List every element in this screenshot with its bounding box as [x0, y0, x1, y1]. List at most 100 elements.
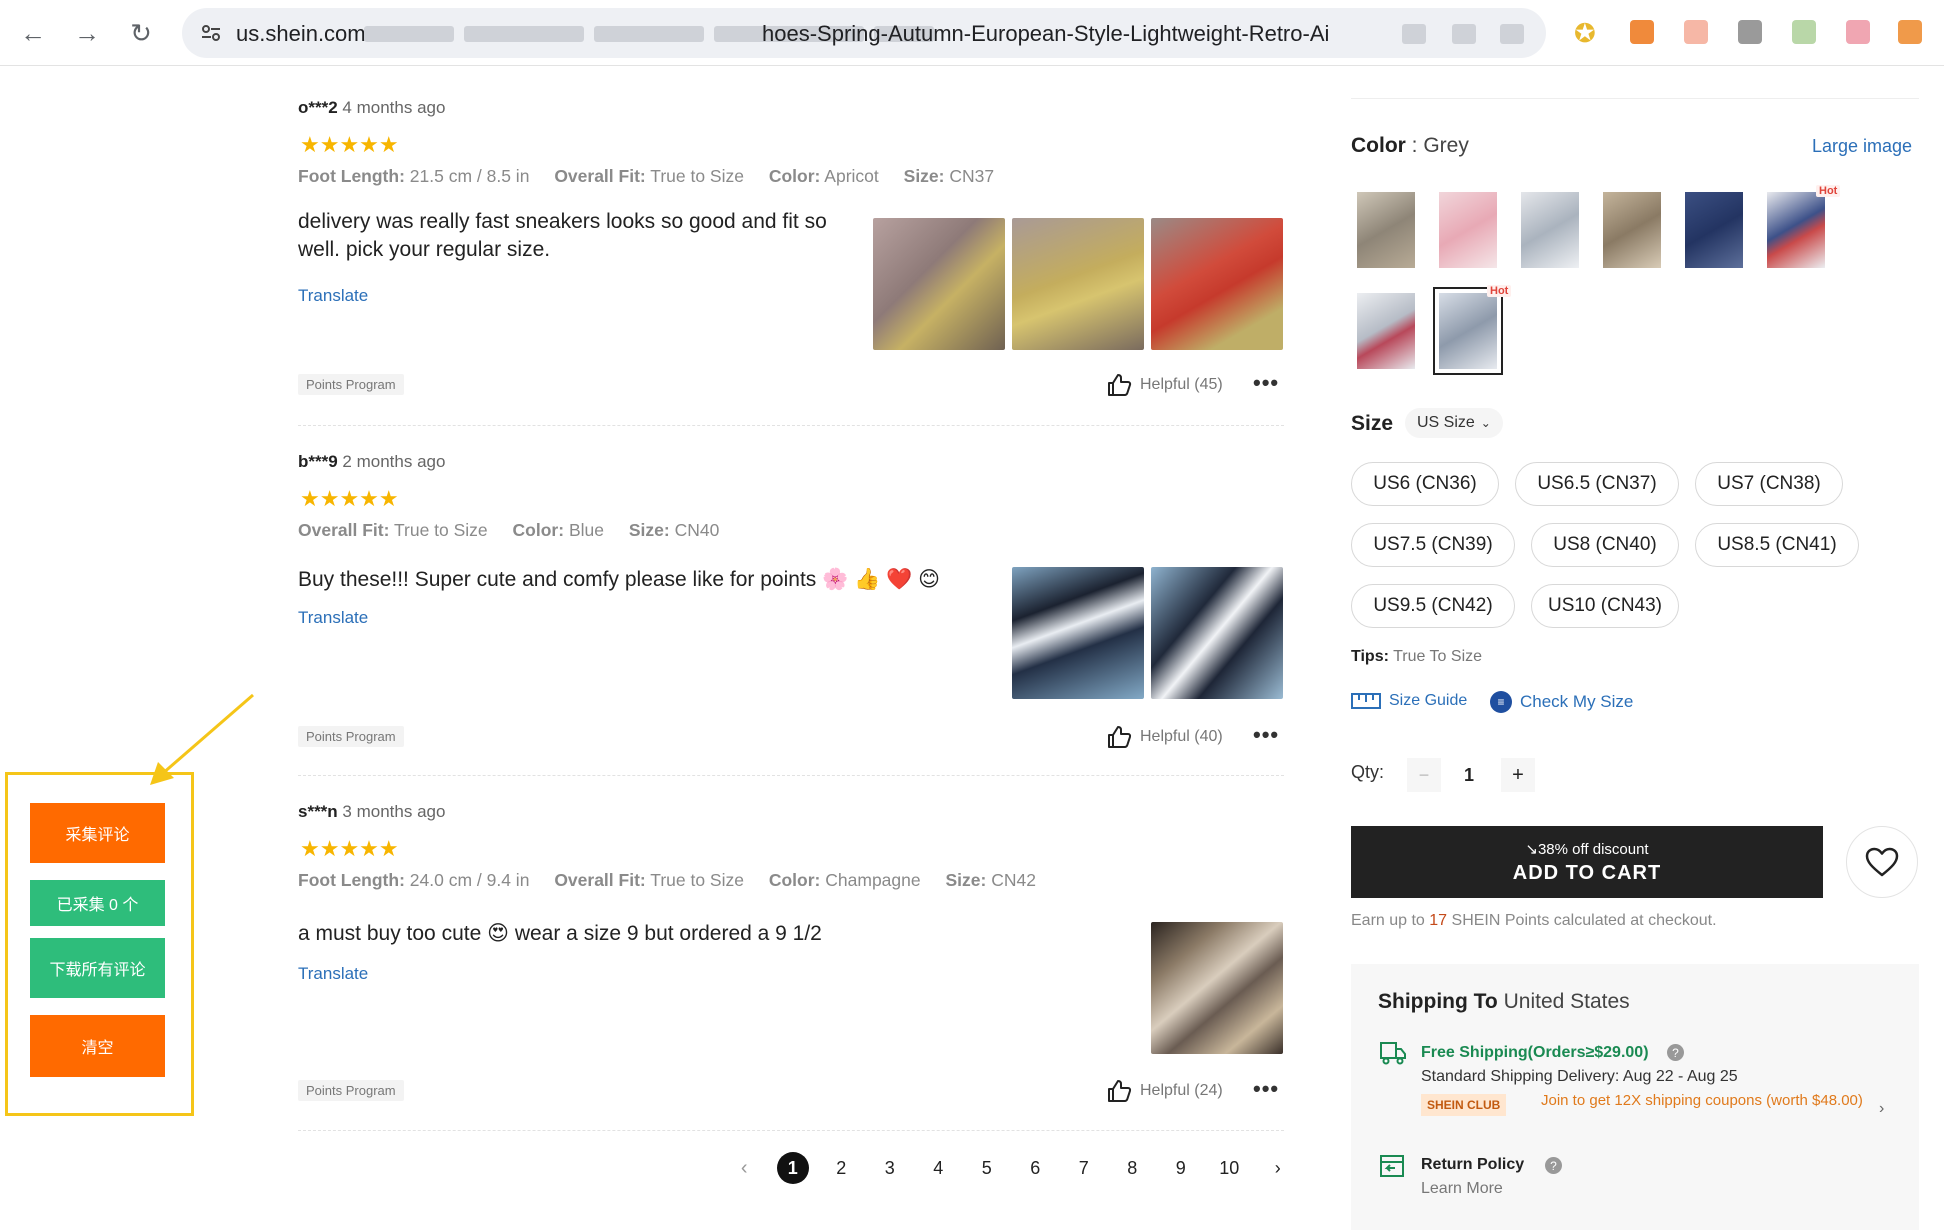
page-4[interactable]: 4: [914, 1151, 963, 1185]
review-meta: Foot Length: 24.0 cm / 9.4 in Overall Fi…: [298, 870, 1036, 890]
review-header: o***2 4 months ago: [298, 98, 445, 118]
qty-increase-button[interactable]: +: [1501, 758, 1535, 792]
color-swatch[interactable]: [1357, 192, 1415, 268]
review-divider: [298, 425, 1284, 426]
ruler-icon: [1351, 693, 1381, 709]
qty-label: Qty:: [1351, 762, 1385, 782]
return-policy-title: Return Policy: [1421, 1156, 1525, 1173]
review-item: s***n 3 months ago ★★★★★ Foot Length: 24…: [298, 802, 1284, 1112]
extension-icon[interactable]: [1846, 20, 1870, 44]
extension-icon[interactable]: [1630, 20, 1654, 44]
more-options-icon[interactable]: •••: [1253, 1076, 1279, 1102]
review-photo[interactable]: [873, 218, 1005, 350]
rating-stars-icon: ★★★★★: [300, 836, 399, 861]
helpful-button[interactable]: Helpful (45): [1106, 372, 1223, 398]
page-9[interactable]: 9: [1157, 1151, 1206, 1185]
translate-link[interactable]: Translate: [298, 608, 368, 628]
color-swatch[interactable]: [1685, 192, 1743, 268]
more-options-icon[interactable]: •••: [1253, 722, 1279, 748]
review-photo[interactable]: [1151, 567, 1283, 699]
blurred-url: [364, 26, 454, 42]
reviewer-name: o***2: [298, 98, 338, 117]
collected-count-button[interactable]: 已采集 0 个: [30, 880, 165, 926]
qty-decrease-button[interactable]: −: [1407, 758, 1441, 792]
prev-page-icon[interactable]: ‹: [720, 1151, 769, 1185]
more-options-icon[interactable]: •••: [1253, 370, 1279, 396]
return-policy-icon: [1380, 1155, 1404, 1177]
size-option[interactable]: US7.5 (CN39): [1351, 523, 1515, 567]
learn-more-link[interactable]: Learn More: [1421, 1180, 1503, 1198]
page-8[interactable]: 8: [1108, 1151, 1157, 1185]
review-photo[interactable]: [1151, 922, 1283, 1054]
extension-icon[interactable]: [1738, 20, 1762, 44]
color-swatch[interactable]: [1521, 192, 1579, 268]
reload-icon[interactable]: ↻: [122, 14, 160, 52]
shipping-title: Shipping To United States: [1378, 990, 1630, 1013]
hot-badge: Hot: [1487, 285, 1512, 297]
color-swatch[interactable]: [1603, 192, 1661, 268]
address-bar[interactable]: us.shein.com hoes-Spring-Autumn-European…: [182, 8, 1546, 58]
extension-icon[interactable]: [1792, 20, 1816, 44]
size-option[interactable]: US8 (CN40): [1531, 523, 1679, 567]
forward-icon[interactable]: →: [68, 14, 106, 52]
next-page-icon[interactable]: ›: [1254, 1151, 1303, 1185]
review-photo[interactable]: [1012, 567, 1144, 699]
blurred-url: [1402, 24, 1426, 44]
clear-button[interactable]: 清空: [30, 1015, 165, 1077]
translate-link[interactable]: Translate: [298, 964, 368, 984]
thumbs-up-icon: [1108, 1080, 1132, 1102]
add-to-cart-button[interactable]: ↘38% off discount ADD TO CART: [1351, 826, 1823, 898]
download-reviews-button[interactable]: 下载所有评论: [30, 938, 165, 998]
reviewer-name: s***n: [298, 802, 338, 821]
review-text: a must buy too cute 😍 wear a size 9 but …: [298, 922, 822, 945]
wishlist-button[interactable]: [1846, 826, 1918, 898]
help-icon[interactable]: ?: [1545, 1157, 1562, 1174]
translate-link[interactable]: Translate: [298, 286, 368, 306]
size-option[interactable]: US9.5 (CN42): [1351, 584, 1515, 628]
size-option[interactable]: US6.5 (CN37): [1515, 462, 1679, 506]
size-option[interactable]: US6 (CN36): [1351, 462, 1499, 506]
size-system-dropdown[interactable]: US Size ⌄: [1405, 408, 1503, 438]
color-swatch[interactable]: [1767, 192, 1825, 268]
page-2[interactable]: 2: [817, 1151, 866, 1185]
large-image-link[interactable]: Large image: [1812, 136, 1912, 157]
color-label: Color: [1351, 134, 1406, 157]
size-option[interactable]: US8.5 (CN41): [1695, 523, 1859, 567]
review-time: 3 months ago: [342, 802, 446, 821]
size-option[interactable]: US7 (CN38): [1695, 462, 1843, 506]
check-my-size-link[interactable]: ≡ Check My Size: [1490, 691, 1633, 713]
bookmark-star-icon[interactable]: ✪: [1574, 18, 1596, 49]
size-option[interactable]: US10 (CN43): [1531, 584, 1679, 628]
page-5[interactable]: 5: [963, 1151, 1012, 1185]
page-3[interactable]: 3: [866, 1151, 915, 1185]
help-icon[interactable]: ?: [1667, 1044, 1684, 1061]
shein-club-badge: SHEIN CLUB: [1421, 1094, 1507, 1116]
truck-icon: [1380, 1042, 1406, 1065]
review-text: delivery was really fast sneakers looks …: [298, 210, 827, 261]
discount-label: ↘38% off discount: [1525, 841, 1649, 858]
club-offer-text[interactable]: Join to get 12X shipping coupons (worth …: [1541, 1092, 1871, 1110]
selected-swatch[interactable]: [1433, 287, 1503, 375]
size-label: Size: [1351, 412, 1394, 435]
color-swatch[interactable]: [1439, 192, 1497, 268]
review-photo[interactable]: [1012, 218, 1144, 350]
back-icon[interactable]: ←: [14, 14, 52, 52]
page-10[interactable]: 10: [1205, 1151, 1254, 1185]
color-swatch[interactable]: [1357, 293, 1415, 369]
page-7[interactable]: 7: [1060, 1151, 1109, 1185]
collect-reviews-button[interactable]: 采集评论: [30, 803, 165, 863]
site-settings-icon[interactable]: [200, 22, 222, 44]
chevron-right-icon[interactable]: ›: [1879, 1100, 1884, 1118]
extension-icon[interactable]: [1898, 20, 1922, 44]
review-header: s***n 3 months ago: [298, 802, 445, 822]
review-photo[interactable]: [1151, 218, 1283, 350]
blurred-url: [1452, 24, 1476, 44]
review-item: o***2 4 months ago ★★★★★ Foot Length: 21…: [298, 98, 1284, 414]
qty-input[interactable]: 1: [1441, 758, 1497, 792]
helpful-button[interactable]: Helpful (24): [1106, 1078, 1223, 1104]
page-6[interactable]: 6: [1011, 1151, 1060, 1185]
helpful-button[interactable]: Helpful (40): [1106, 724, 1223, 750]
extension-icon[interactable]: [1684, 20, 1708, 44]
page-1[interactable]: 1: [769, 1151, 818, 1185]
size-guide-link[interactable]: Size Guide: [1351, 692, 1467, 710]
